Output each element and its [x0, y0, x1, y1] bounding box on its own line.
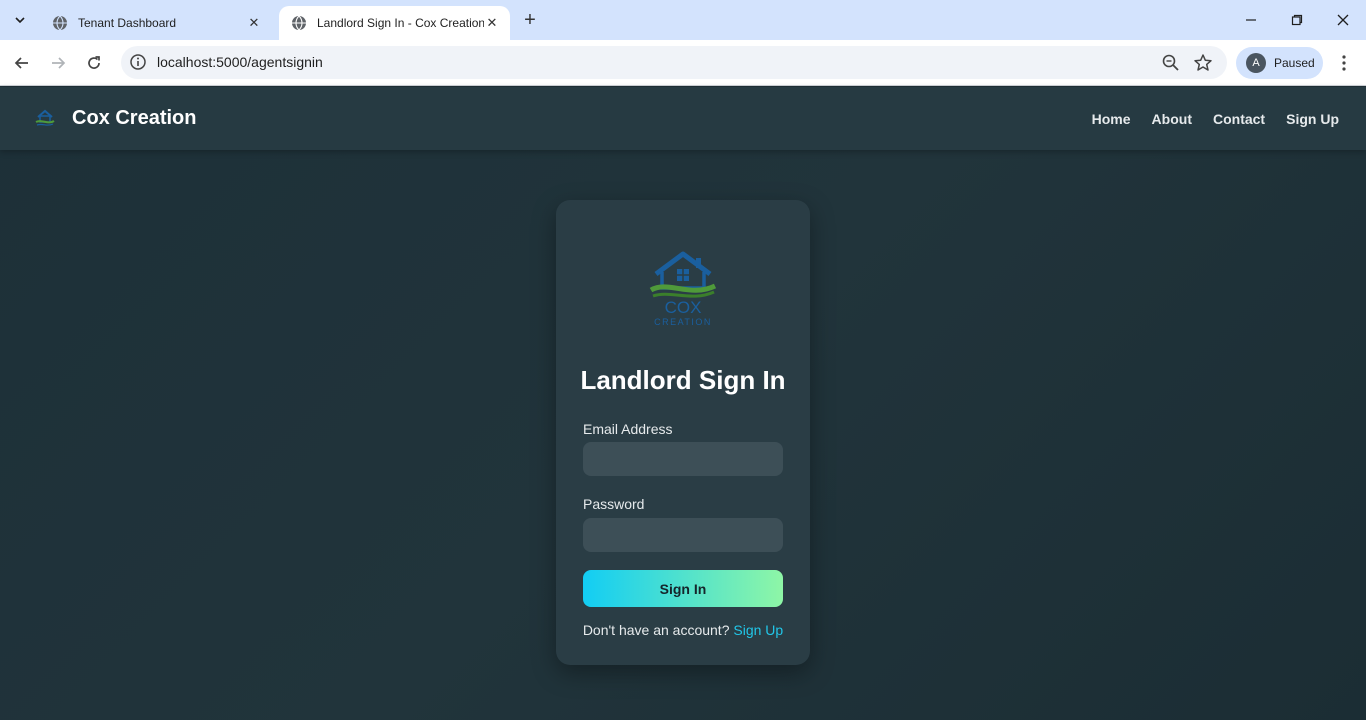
zoom-icon[interactable]	[1161, 53, 1181, 73]
browser-tabstrip: Tenant Dashboard ✕ Landlord Sign In - Co…	[0, 0, 1366, 40]
tab-search-button[interactable]	[6, 6, 34, 34]
browser-menu-button[interactable]	[1331, 49, 1357, 77]
new-tab-button[interactable]: +	[518, 8, 542, 32]
browser-tab-active[interactable]: Landlord Sign In - Cox Creation ✕	[279, 6, 510, 40]
email-field[interactable]	[583, 442, 783, 476]
signup-prompt: Don't have an account? Sign Up	[556, 622, 810, 638]
back-button[interactable]	[8, 49, 36, 77]
cox-creation-logo: COX CREATION	[649, 251, 717, 327]
nav-link-about[interactable]: About	[1152, 111, 1192, 127]
page-content: Cox Creation Home About Contact Sign Up …	[0, 87, 1366, 720]
kebab-menu-icon	[1342, 55, 1346, 71]
browser-toolbar: localhost:5000/agentsignin A Paused	[0, 40, 1366, 86]
url-text: localhost:5000/agentsignin	[157, 54, 323, 70]
profile-status: Paused	[1274, 56, 1315, 70]
sign-in-button[interactable]: Sign In	[583, 570, 783, 607]
browser-tab-inactive[interactable]: Tenant Dashboard ✕	[40, 6, 272, 40]
chevron-down-icon	[15, 17, 25, 24]
minimize-icon	[1246, 19, 1256, 21]
minimize-button[interactable]	[1236, 6, 1266, 34]
globe-icon	[53, 15, 67, 31]
close-tab-icon[interactable]: ✕	[484, 15, 500, 31]
site-info-icon[interactable]	[129, 53, 147, 71]
arrow-left-icon	[14, 57, 28, 69]
restore-icon	[1291, 14, 1303, 26]
password-label: Password	[583, 496, 645, 512]
page-title: Landlord Sign In	[580, 365, 786, 395]
address-bar[interactable]: localhost:5000/agentsignin	[121, 46, 1227, 79]
signup-link[interactable]: Sign Up	[733, 622, 783, 638]
avatar: A	[1246, 53, 1266, 73]
signin-card: COX CREATION Landlord Sign In Email Addr…	[556, 200, 810, 665]
email-label: Email Address	[583, 421, 673, 437]
logo-text-cox: COX	[665, 298, 702, 317]
nav-link-signup[interactable]: Sign Up	[1286, 111, 1339, 127]
forward-button[interactable]	[44, 49, 72, 77]
password-field[interactable]	[583, 518, 783, 552]
globe-icon	[292, 15, 306, 31]
close-icon	[1337, 14, 1349, 26]
reload-icon	[88, 56, 100, 69]
reload-button[interactable]	[80, 49, 108, 77]
restore-button[interactable]	[1282, 6, 1312, 34]
logo-text-creation: CREATION	[654, 317, 712, 327]
tab-title: Landlord Sign In - Cox Creation	[317, 16, 484, 30]
nav-links: Home About Contact Sign Up	[1092, 111, 1339, 127]
nav-link-contact[interactable]: Contact	[1213, 111, 1265, 127]
nav-link-home[interactable]: Home	[1092, 111, 1131, 127]
tab-title: Tenant Dashboard	[78, 16, 177, 30]
close-window-button[interactable]	[1328, 6, 1358, 34]
signup-prompt-text: Don't have an account?	[582, 622, 730, 638]
brand-name[interactable]: Cox Creation	[72, 107, 196, 130]
profile-button[interactable]: A Paused	[1236, 47, 1323, 79]
brand-logo-icon[interactable]	[34, 107, 56, 129]
arrow-right-icon	[52, 57, 66, 69]
site-navbar: Cox Creation Home About Contact Sign Up	[0, 87, 1366, 150]
close-tab-icon[interactable]: ✕	[246, 15, 262, 31]
bookmark-star-icon[interactable]	[1193, 53, 1213, 73]
